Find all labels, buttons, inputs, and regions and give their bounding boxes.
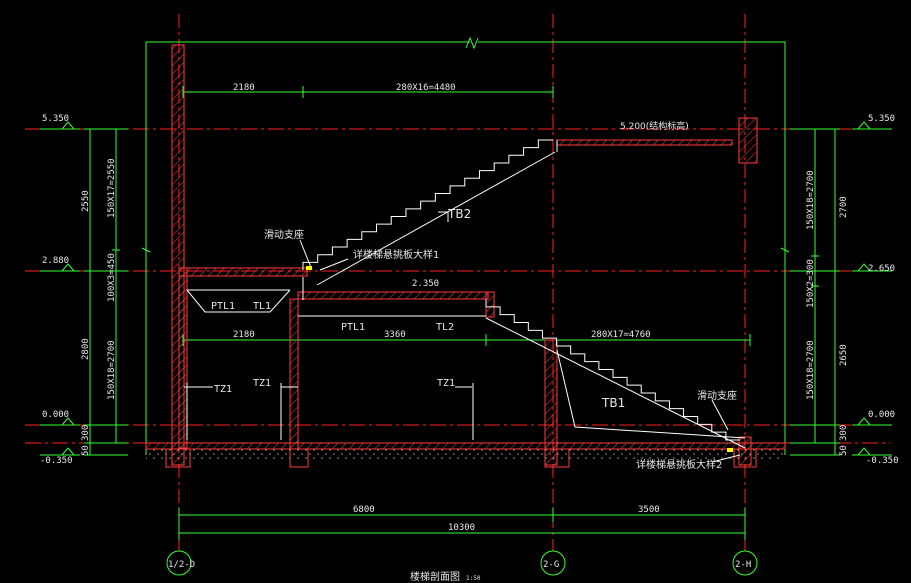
level-right-3: 0.000: [868, 410, 895, 420]
top-dim-right: 280X16=4480: [396, 83, 456, 93]
bottom-dim-right: 3500: [638, 505, 660, 515]
right-dim-2: 2650: [839, 344, 849, 366]
label-detail-2: 详楼梯悬挑板大样2: [636, 458, 722, 471]
right-dim-1: 2700: [839, 196, 849, 218]
level-lines: [25, 128, 890, 444]
left-dim-1: 2550: [81, 190, 91, 212]
right-dim-3: 300: [839, 425, 849, 441]
mid-dim-left: 2180: [233, 330, 255, 340]
right-inner-dim-2: 150X2=300: [806, 259, 816, 308]
level-left-1: 5.350: [42, 114, 69, 124]
right-inner-dim-3: 150X18=2700: [806, 340, 816, 400]
left-inner-dim-1: 150X17=2550: [107, 158, 117, 218]
left-dim-2: 2800: [81, 338, 91, 360]
mid-dim-right: 280X17=4760: [591, 330, 651, 340]
axis-bubbles: [166, 550, 758, 576]
level-left-2: 2.880: [42, 256, 69, 266]
level-right-2: 2.650: [868, 264, 895, 274]
mid-platform-elevation: 2.350: [412, 279, 439, 289]
level-right-4: -0.350: [866, 456, 899, 466]
drawing-scale: 1:50: [466, 575, 481, 582]
top-platform-elevation: 5.200(结构标高): [620, 120, 689, 132]
label-tz1-c: TZ1: [437, 378, 455, 389]
left-inner-dim-2: 100X3=450: [107, 253, 117, 302]
level-right-1: 5.350: [868, 114, 895, 124]
stair-section-drawing: 5.350 2.880 0.000 -0.350 5.350 2.650 0.0…: [25, 14, 899, 583]
axis-label-mid: 2-G: [543, 560, 559, 570]
level-markers: [40, 121, 892, 456]
stair-tb1: [485, 299, 746, 449]
label-tz1-b: TZ1: [253, 378, 271, 389]
label-sliding-support-1: 滑动支座: [264, 228, 304, 241]
axis-label-left: 1/2-D: [168, 560, 195, 570]
dimension-frame: [84, 36, 840, 540]
top-dim-left: 2180: [233, 83, 255, 93]
label-detail-1: 详楼梯悬挑板大样1: [353, 248, 439, 261]
stair-tb2: [302, 139, 556, 286]
axis-label-right: 2-H: [735, 560, 751, 570]
label-sliding-support-2: 滑动支座: [697, 389, 737, 402]
axis-lines: [178, 14, 746, 555]
left-dim-3: 300: [81, 425, 91, 441]
label-ptl1-a: PTL1: [211, 301, 235, 312]
right-dim-4: 50: [839, 445, 849, 456]
label-ptl1-b: PTL1: [341, 322, 365, 333]
bottom-dim-total: 10300: [448, 523, 475, 533]
drawing-title: 楼梯剖面图: [410, 570, 460, 583]
label-tb2: TB2: [447, 207, 471, 221]
bottom-dim-left: 6800: [353, 505, 375, 515]
left-dim-4: 50: [81, 445, 91, 456]
mid-dim-center: 3360: [384, 330, 406, 340]
label-tb1: TB1: [601, 396, 625, 410]
level-left-4: -0.350: [40, 456, 73, 466]
level-left-3: 0.000: [42, 410, 69, 420]
label-tl2: TL2: [436, 322, 454, 333]
left-inner-dim-3: 150X18=2700: [107, 340, 117, 400]
right-inner-dim-1: 150X18=2700: [806, 170, 816, 230]
walls: [145, 44, 786, 466]
ground: [146, 449, 785, 459]
label-tl1: TL1: [253, 301, 271, 312]
label-tz1-a: TZ1: [214, 384, 232, 395]
